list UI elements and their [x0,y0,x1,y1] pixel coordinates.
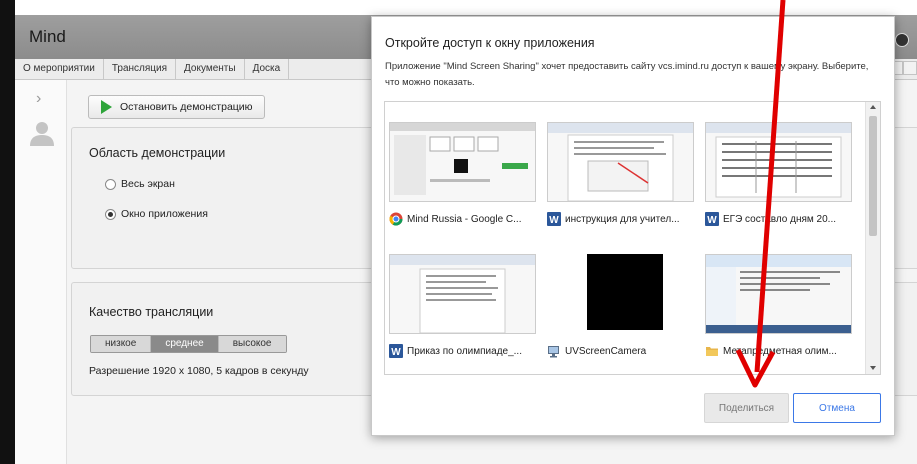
window-item-label: UVScreenCamera [547,344,705,358]
scrollbar[interactable] [865,102,880,374]
quality-selector: низкое среднее высокое [90,335,287,353]
window-thumbnail [587,254,663,330]
scrollbar-thumb[interactable] [869,116,877,236]
tab-broadcast[interactable]: Трансляция [104,59,177,79]
window-item-label: Mind Russia - Google C... [389,212,547,226]
window-item-label: Метапредметная олим... [705,344,863,358]
quality-high[interactable]: высокое [218,336,286,352]
quality-low[interactable]: низкое [91,336,152,352]
resolution-text: Разрешение 1920 x 1080, 5 кадров в секун… [89,365,309,377]
window-item-label: W Приказ по олимпиаде_... [389,344,547,358]
window-thumbnail [389,254,536,334]
layout-icon[interactable] [903,61,917,75]
option-app-window[interactable]: Окно приложения [105,208,208,220]
tab-documents[interactable]: Документы [176,59,245,79]
folder-icon [706,347,718,356]
tab-board[interactable]: Доска [245,59,290,79]
stop-demo-label: Остановить демонстрацию [120,101,253,113]
share-screen-dialog: Откройте доступ к окну приложения Прилож… [371,16,895,436]
window-item-label: W инструкция для учител... [547,212,705,226]
option-label: Окно приложения [121,208,208,220]
window-thumbnail [547,122,694,202]
app-title: Mind [29,27,66,46]
sidebar: › [15,80,67,464]
dialog-title: Откройте доступ к окну приложения [385,36,595,50]
demo-area-title: Область демонстрации [89,146,226,160]
thumbnail-preview [548,123,693,201]
quality-medium[interactable]: среднее [151,336,219,352]
window-thumbnail [705,254,852,334]
chrome-icon [389,212,403,226]
cancel-button[interactable]: Отмена [793,393,881,423]
svg-text:W: W [707,215,717,226]
word-icon: W [389,344,403,358]
option-label: Весь экран [121,178,175,190]
window-item[interactable]: UVScreenCamera [547,248,705,374]
svg-text:W: W [391,347,401,358]
radio-checked-icon [105,208,116,220]
window-control-icon[interactable] [895,33,909,47]
window-item-label: W ЕГЭ составло дням 20... [705,212,863,226]
dialog-description: Приложение "Mind Screen Sharing" хочет п… [385,61,869,88]
window-item[interactable]: Метапредметная олим... [705,248,863,374]
chevron-right-icon[interactable]: › [36,90,41,108]
stop-demo-button[interactable]: Остановить демонстрацию [88,95,265,119]
thumbnail-preview [390,255,535,333]
option-full-screen[interactable]: Весь экран [105,178,175,190]
word-icon: W [705,212,719,226]
camera-icon [548,346,559,358]
share-button[interactable]: Поделиться [704,393,789,423]
thumbnail-preview [706,123,851,198]
scroll-down-icon[interactable] [870,366,876,370]
thumbnail-preview [706,255,851,333]
svg-text:W: W [549,215,559,226]
window-item[interactable]: W Приказ по олимпиаде_... [389,248,547,374]
tab-about[interactable]: О мероприятии [15,59,104,79]
quality-title: Качество трансляции [89,305,214,319]
window-picker: Mind Russia - Google C... W инструкция д… [384,101,881,375]
radio-icon [105,178,116,190]
window-item[interactable]: W инструкция для учител... [547,116,705,242]
window-thumbnail [389,122,536,202]
window-thumbnail [705,122,852,202]
thumbnail-preview [390,123,535,195]
window-item[interactable]: Mind Russia - Google C... [389,116,547,242]
play-icon [101,100,112,114]
window-item[interactable]: W ЕГЭ составло дням 20... [705,116,863,242]
user-icon[interactable] [29,120,55,146]
word-icon: W [547,212,561,226]
desktop-edge [0,0,15,464]
scroll-up-icon[interactable] [870,105,876,109]
